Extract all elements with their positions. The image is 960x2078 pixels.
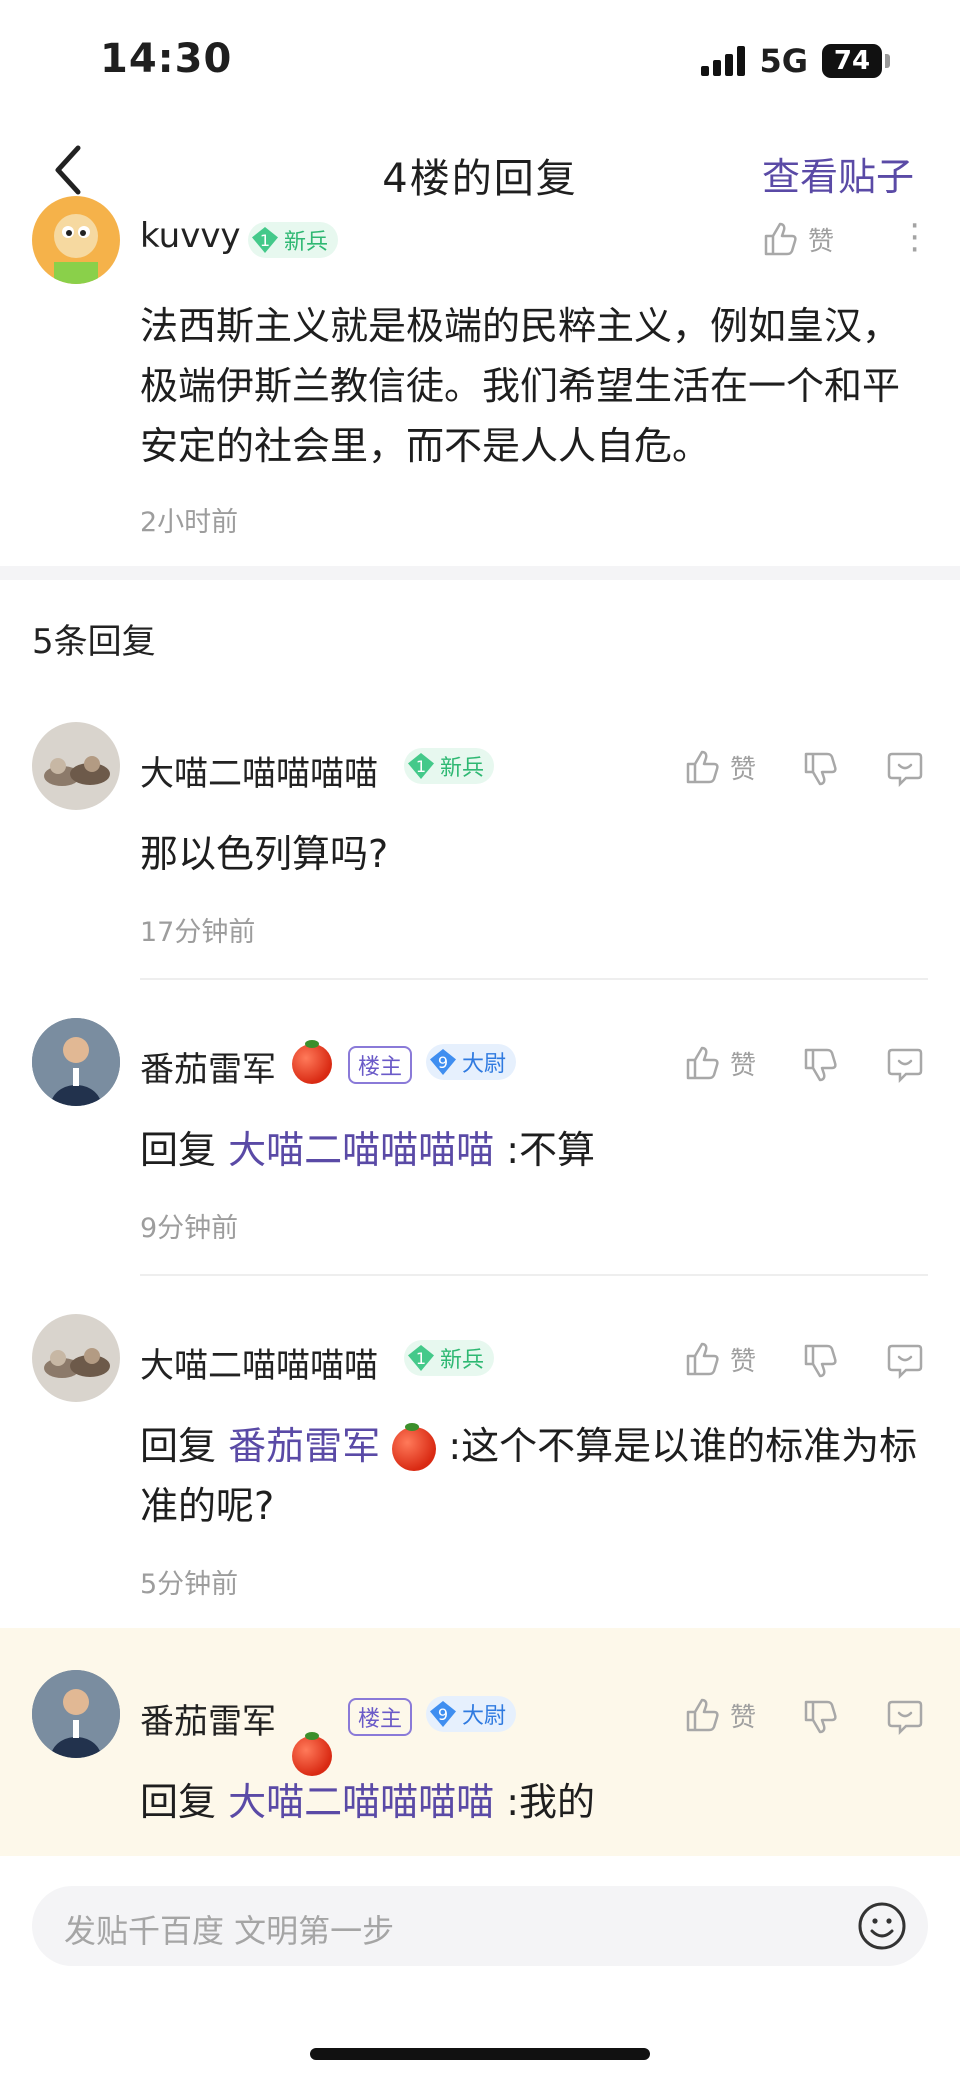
reply-username[interactable]: 番茄雷军 [140, 1694, 276, 1743]
tomato-icon [292, 1732, 332, 1776]
reply-text: 那以色列算吗? [140, 832, 389, 876]
level-name: 大尉 [462, 1704, 507, 1729]
reply-divider [140, 978, 928, 980]
like-label: 赞 [730, 1346, 757, 1377]
level-badge: 1 新兵 [404, 1340, 495, 1376]
level-gem-icon: 1 [408, 753, 434, 779]
tomato-icon [392, 1422, 437, 1471]
thumbs-down-icon[interactable] [802, 1342, 840, 1380]
reply-text: 回复 大喵二喵喵喵喵 :我的 [140, 1772, 595, 1832]
like-button[interactable]: 赞 [684, 1044, 756, 1082]
reply-username[interactable]: 大喵二喵喵喵喵 [140, 746, 378, 795]
reply-to-link[interactable]: 番茄雷军 [228, 1424, 380, 1468]
comment-icon[interactable] [886, 1342, 924, 1380]
reply-to-link[interactable]: 大喵二喵喵喵喵 [228, 1128, 494, 1172]
reply-time: 17分钟前 [140, 917, 256, 948]
home-indicator[interactable] [310, 2048, 650, 2060]
emoji-icon[interactable] [856, 1900, 908, 1952]
view-post-link[interactable]: 查看贴子 [762, 146, 914, 201]
thumbs-up-icon [686, 1342, 719, 1376]
status-icons: 5G 74 [701, 42, 890, 80]
post-content: 法西斯主义就是极端的民粹主义，例如皇汉，极端伊斯兰教信徒。我们希望生活在一个和平… [140, 304, 901, 468]
battery-level: 74 [822, 44, 882, 78]
thumbs-up-icon [686, 1698, 719, 1732]
level-gem-icon: 9 [430, 1701, 456, 1727]
avatar[interactable] [32, 1314, 120, 1402]
signal-icon [701, 46, 746, 76]
tomato-icon [292, 1040, 332, 1084]
post-username[interactable]: kuvvy [140, 216, 241, 256]
thumbs-down-icon[interactable] [802, 750, 840, 788]
comment-icon[interactable] [886, 1046, 924, 1084]
comment-icon[interactable] [886, 750, 924, 788]
reply-prefix: 回复 [140, 1424, 217, 1468]
like-label: 赞 [730, 1702, 757, 1733]
level-gem-icon: 9 [430, 1049, 456, 1075]
reply-prefix: 回复 [140, 1780, 217, 1824]
section-divider [0, 566, 960, 580]
reply-body: :我的 [506, 1780, 596, 1824]
reply-username[interactable]: 大喵二喵喵喵喵 [140, 1338, 378, 1387]
like-label: 赞 [730, 754, 757, 785]
reply-username[interactable]: 番茄雷军 [140, 1042, 276, 1091]
reply-time: 5分钟前 [140, 1569, 239, 1600]
thumbs-up-icon [686, 750, 719, 784]
like-button[interactable]: 赞 [684, 748, 756, 786]
thumbs-up-icon [686, 1046, 719, 1080]
reply-to-link[interactable]: 大喵二喵喵喵喵 [228, 1780, 494, 1824]
more-options-icon[interactable]: · · · [909, 209, 920, 267]
thumbs-down-icon[interactable] [802, 1698, 840, 1736]
level-gem-icon: 1 [252, 227, 278, 253]
level-badge: 1 新兵 [404, 748, 495, 784]
like-label: 赞 [808, 226, 835, 257]
reply-text: 回复 番茄雷军 :这个不算是以谁的标准为标准的呢? [140, 1416, 930, 1536]
avatar[interactable] [32, 1018, 120, 1106]
owner-badge: 楼主 [348, 1698, 413, 1736]
avatar[interactable] [32, 196, 120, 284]
like-button[interactable]: 赞 [684, 1696, 756, 1734]
like-button[interactable]: 赞 [684, 1340, 756, 1378]
replies-count: 5条回复 [32, 622, 156, 662]
level-gem-icon: 1 [408, 1345, 434, 1371]
thumbs-down-icon[interactable] [802, 1046, 840, 1084]
level-name: 新兵 [440, 1348, 485, 1373]
post-time: 2小时前 [140, 507, 239, 538]
level-name: 大尉 [462, 1052, 507, 1077]
like-button[interactable]: 赞 [762, 220, 834, 258]
like-label: 赞 [730, 1050, 757, 1081]
reply-body: :不算 [506, 1128, 596, 1172]
level-name: 新兵 [440, 756, 485, 781]
avatar[interactable] [32, 722, 120, 810]
reply-text: 回复 大喵二喵喵喵喵 :不算 [140, 1120, 595, 1180]
battery-icon: 74 [822, 44, 890, 78]
comment-input-placeholder: 发贴千百度 文明第一步 [64, 1912, 395, 1950]
comment-icon[interactable] [886, 1698, 924, 1736]
thumbs-up-icon [764, 222, 797, 256]
level-name: 新兵 [284, 230, 329, 255]
level-badge: 1 新兵 [248, 222, 339, 258]
level-badge: 9 大尉 [426, 1044, 517, 1080]
status-time: 14:30 [100, 36, 233, 82]
level-badge: 9 大尉 [426, 1696, 517, 1732]
avatar[interactable] [32, 1670, 120, 1758]
reply-divider [140, 1274, 928, 1276]
network-label: 5G [759, 42, 808, 80]
owner-badge: 楼主 [348, 1046, 413, 1084]
reply-prefix: 回复 [140, 1128, 217, 1172]
reply-time: 9分钟前 [140, 1213, 239, 1244]
